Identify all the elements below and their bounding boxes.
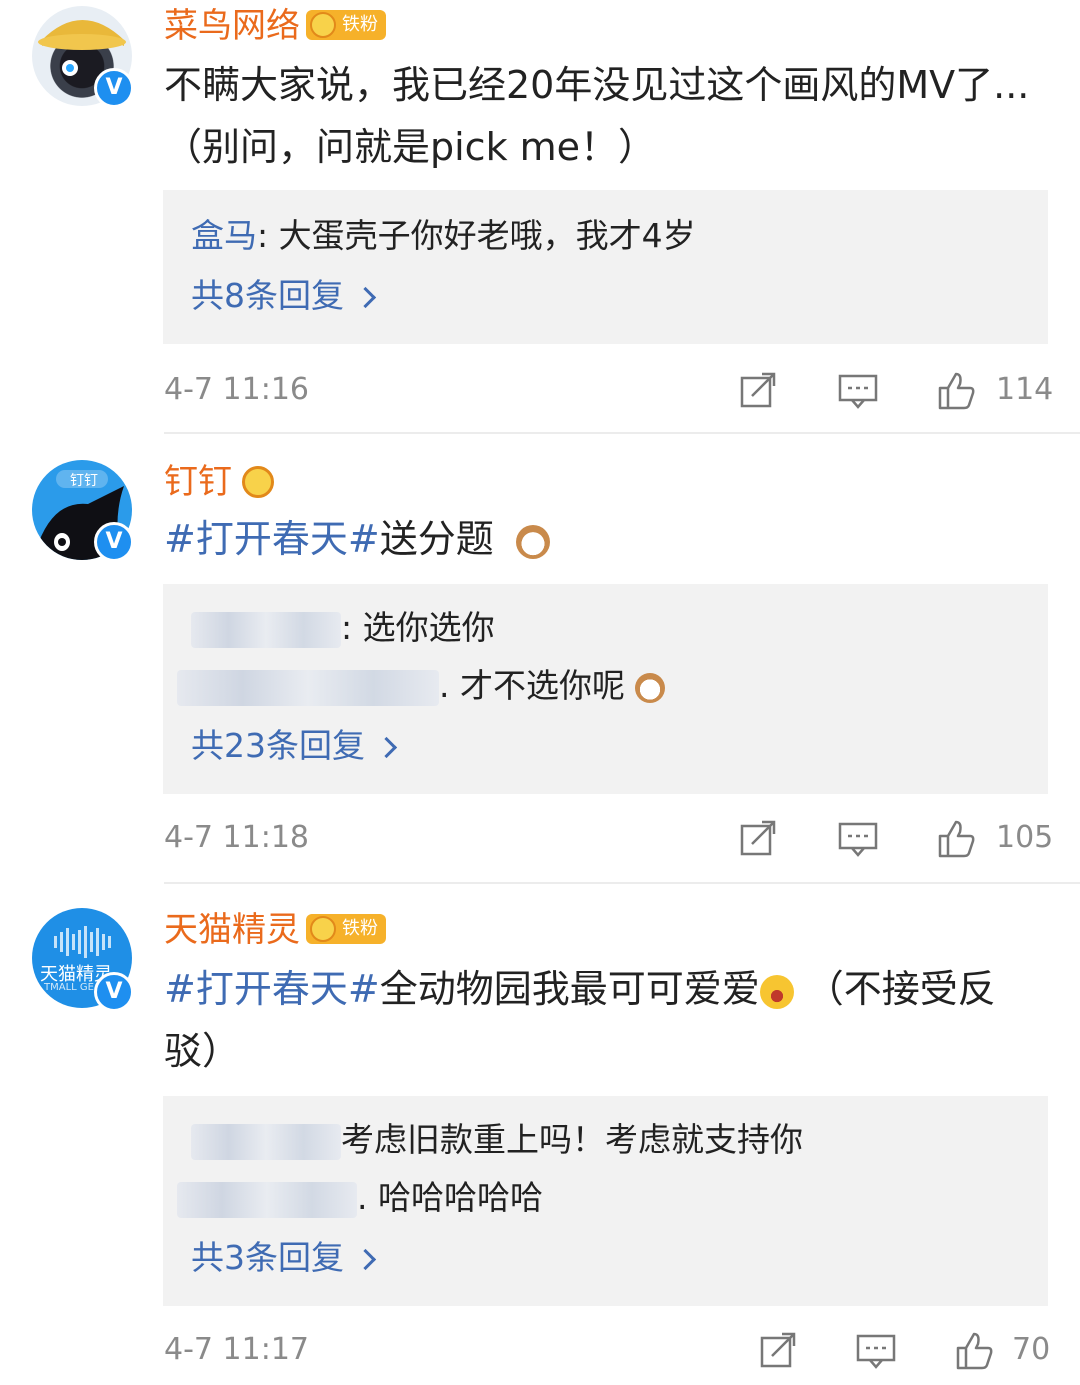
comment-meta: 4-7 11:18 105: [164, 814, 1053, 864]
crown-icon: [310, 916, 336, 942]
share-icon[interactable]: [738, 370, 778, 410]
reply-text: . 哈哈哈哈哈: [357, 1178, 543, 1217]
like-count: 114: [996, 372, 1054, 407]
topic-link[interactable]: #打开春天#: [164, 967, 380, 1011]
reply-line: : 选你选你: [191, 608, 495, 648]
more-replies-label: 共8条回复: [191, 276, 344, 315]
reply-text: : 选你选你: [341, 608, 495, 647]
timestamp: 4-7 11:16: [164, 372, 309, 407]
blurred-username: [191, 611, 341, 648]
share-icon[interactable]: [738, 818, 778, 858]
avatar-sublabel: TMALL GE: [44, 982, 94, 993]
chevron-right-icon: [354, 286, 377, 309]
like-icon[interactable]: [936, 370, 976, 410]
like-count: 70: [1012, 1332, 1051, 1367]
comment-icon[interactable]: [838, 370, 878, 410]
verified-badge-icon: V: [94, 68, 134, 108]
crown-icon: [310, 12, 336, 38]
avatar-label: 钉钉: [70, 473, 98, 489]
comment-text-body: 全动物园我最可可爱爱: [379, 967, 760, 1011]
reply-username[interactable]: 盒马: [191, 216, 257, 255]
reply-line: . 哈哈哈哈哈: [177, 1178, 543, 1218]
reply-line: 考虑旧款重上吗！考虑就支持你: [191, 1120, 803, 1160]
sound-wave-icon: [54, 926, 111, 958]
blurred-username: [191, 1123, 341, 1160]
share-icon[interactable]: [758, 1330, 798, 1370]
topic-link[interactable]: #打开春天#: [164, 517, 380, 561]
divider: [164, 882, 1080, 884]
timestamp: 4-7 11:17: [164, 1332, 309, 1367]
reply-text: . 才不选你呢: [439, 666, 625, 705]
badge-label: 铁粉: [342, 14, 378, 35]
timestamp: 4-7 11:18: [164, 820, 309, 855]
cat-emoji-icon: [515, 524, 550, 559]
comment-meta: 4-7 11:17 70: [164, 1326, 1051, 1376]
like-icon[interactable]: [954, 1330, 994, 1370]
reply-line: 盒马: 大蛋壳子你好老哦，我才4岁: [191, 216, 696, 256]
verified-badge-icon: V: [94, 972, 134, 1012]
like-count: 105: [996, 820, 1054, 855]
reply-text: 考虑旧款重上吗！考虑就支持你: [341, 1120, 803, 1159]
crown-icon: [242, 466, 274, 498]
fan-badge: 铁粉: [306, 914, 386, 944]
verified-badge-icon: V: [94, 522, 134, 562]
comment-text: 不瞒大家说，我已经20年没见过这个画风的MV了...（别问，问就是pick me…: [164, 54, 1044, 178]
blurred-username: [177, 1181, 357, 1218]
fan-badge: 铁粉: [306, 10, 386, 40]
comment-icon[interactable]: [856, 1330, 896, 1370]
reply-line: . 才不选你呢: [177, 666, 666, 706]
username[interactable]: 菜鸟网络: [164, 6, 300, 46]
like-icon[interactable]: [936, 818, 976, 858]
reply-preview-box[interactable]: 考虑旧款重上吗！考虑就支持你 . 哈哈哈哈哈 共3条回复: [163, 1096, 1048, 1306]
chevron-right-icon: [354, 1248, 377, 1271]
blurred-username: [177, 669, 439, 706]
reply-preview-box[interactable]: : 选你选你 . 才不选你呢 共23条回复: [163, 584, 1048, 794]
comment-text: #打开春天#送分题: [164, 508, 1044, 570]
reply-preview-box[interactable]: 盒马: 大蛋壳子你好老哦，我才4岁 共8条回复: [163, 190, 1048, 344]
laughing-emoji-icon: [759, 974, 794, 1009]
more-replies-label: 共23条回复: [191, 726, 365, 765]
more-replies-link[interactable]: 共8条回复: [191, 276, 377, 316]
badge-label: 铁粉: [342, 918, 378, 939]
comment-text-body: 不瞒大家说，我已经20年没见过这个画风的MV了...（别问，问就是pick me…: [164, 63, 1030, 169]
username[interactable]: 天猫精灵: [164, 910, 300, 950]
more-replies-link[interactable]: 共23条回复: [191, 726, 398, 766]
reply-text: : 大蛋壳子你好老哦，我才4岁: [257, 216, 696, 255]
cat-emoji-icon: [635, 672, 666, 703]
comment-icon[interactable]: [838, 818, 878, 858]
comment-text: #打开春天#全动物园我最可可爱爱 （不接受反驳）: [164, 958, 1044, 1082]
more-replies-link[interactable]: 共3条回复: [191, 1238, 377, 1278]
more-replies-label: 共3条回复: [191, 1238, 344, 1277]
comment-meta: 4-7 11:16 114: [164, 366, 1053, 416]
chevron-right-icon: [375, 736, 398, 759]
comment-text-body: 送分题: [379, 517, 494, 561]
divider: [164, 432, 1080, 434]
username[interactable]: 钉钉: [164, 462, 232, 502]
